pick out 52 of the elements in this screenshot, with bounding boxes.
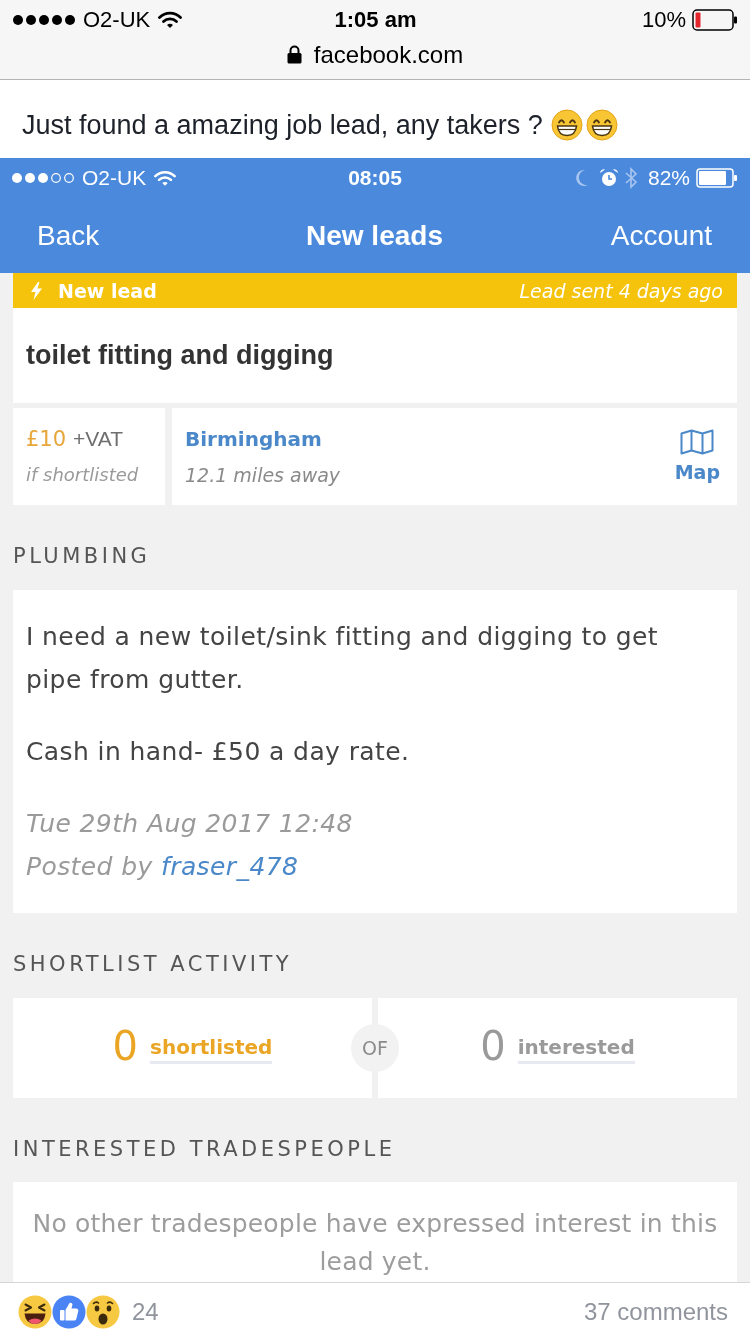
folded-map-icon [680,429,715,455]
battery-percent: 82% [647,166,690,190]
surprised-emoji-icon[interactable] [86,1294,120,1329]
back-button[interactable]: Back [37,219,100,252]
map-link[interactable]: Map [674,421,720,487]
status-time: 1:05 am [334,7,417,33]
grin-emoji-icon [585,109,618,141]
signal-icon [13,14,75,26]
posted-date: Tue 29th Aug 2017 12:48 [26,808,354,840]
vat-label: +VAT [73,426,124,452]
interested-link[interactable]: interested [517,1034,635,1064]
battery-percent: 10% [641,7,686,33]
lock-icon [286,45,302,64]
reaction-count[interactable]: 24 [132,1297,159,1326]
post-text: Just found a amazing job lead, any takers ? [22,109,543,141]
count-number: 0 [112,1022,139,1070]
lead-sent-time: Lead sent 4 days ago [519,279,723,302]
carrier-name: O2-UK [82,166,147,190]
laughing-emoji-icon[interactable] [18,1294,52,1329]
wifi-icon [158,11,183,29]
wifi-icon [154,169,177,187]
description-text: I need a new toilet/sink fitting and digging to get pipe from gutter. [26,621,660,696]
comments-link[interactable]: 37 comments [583,1297,728,1326]
location-name: Birmingham [185,426,323,453]
grin-emoji-icon [550,109,583,141]
author-link[interactable]: fraser_478 [161,852,299,881]
carrier-name: O2-UK [83,7,151,33]
category-heading: PLUMBING [13,543,152,570]
description-text: Cash in hand- £50 a day rate. [26,736,411,768]
status-time: 08:05 [348,166,402,190]
count-number: 0 [480,1022,506,1070]
account-button[interactable]: Account [610,219,712,252]
shortlisted-link[interactable]: shortlisted [150,1034,273,1064]
lead-price: £10 [26,426,67,453]
no-interest-message: No other tradespeople have expressed interest in this lead yet. [31,1208,719,1278]
price-note: if shortlisted [26,463,140,487]
battery-icon [692,9,738,31]
lightning-bolt-icon [31,281,42,300]
lead-title: toilet fitting and digging [26,340,334,371]
distance-text: 12.1 miles away [185,463,341,488]
alarm-clock-icon [598,168,619,188]
shortlist-heading: SHORTLIST ACTIVITY [13,951,294,978]
interested-heading: INTERESTED TRADESPEOPLE [13,1136,397,1163]
thumbs-up-icon[interactable] [52,1294,86,1329]
signal-icon [12,172,74,184]
page-url[interactable]: facebook.com [313,40,464,69]
posted-by-text: Posted by fraser_478 [26,851,300,883]
banner-label: New lead [58,279,157,302]
moon-icon [574,169,589,187]
screen-title: New leads [306,219,443,252]
bluetooth-icon [624,167,638,189]
battery-icon [696,168,738,188]
